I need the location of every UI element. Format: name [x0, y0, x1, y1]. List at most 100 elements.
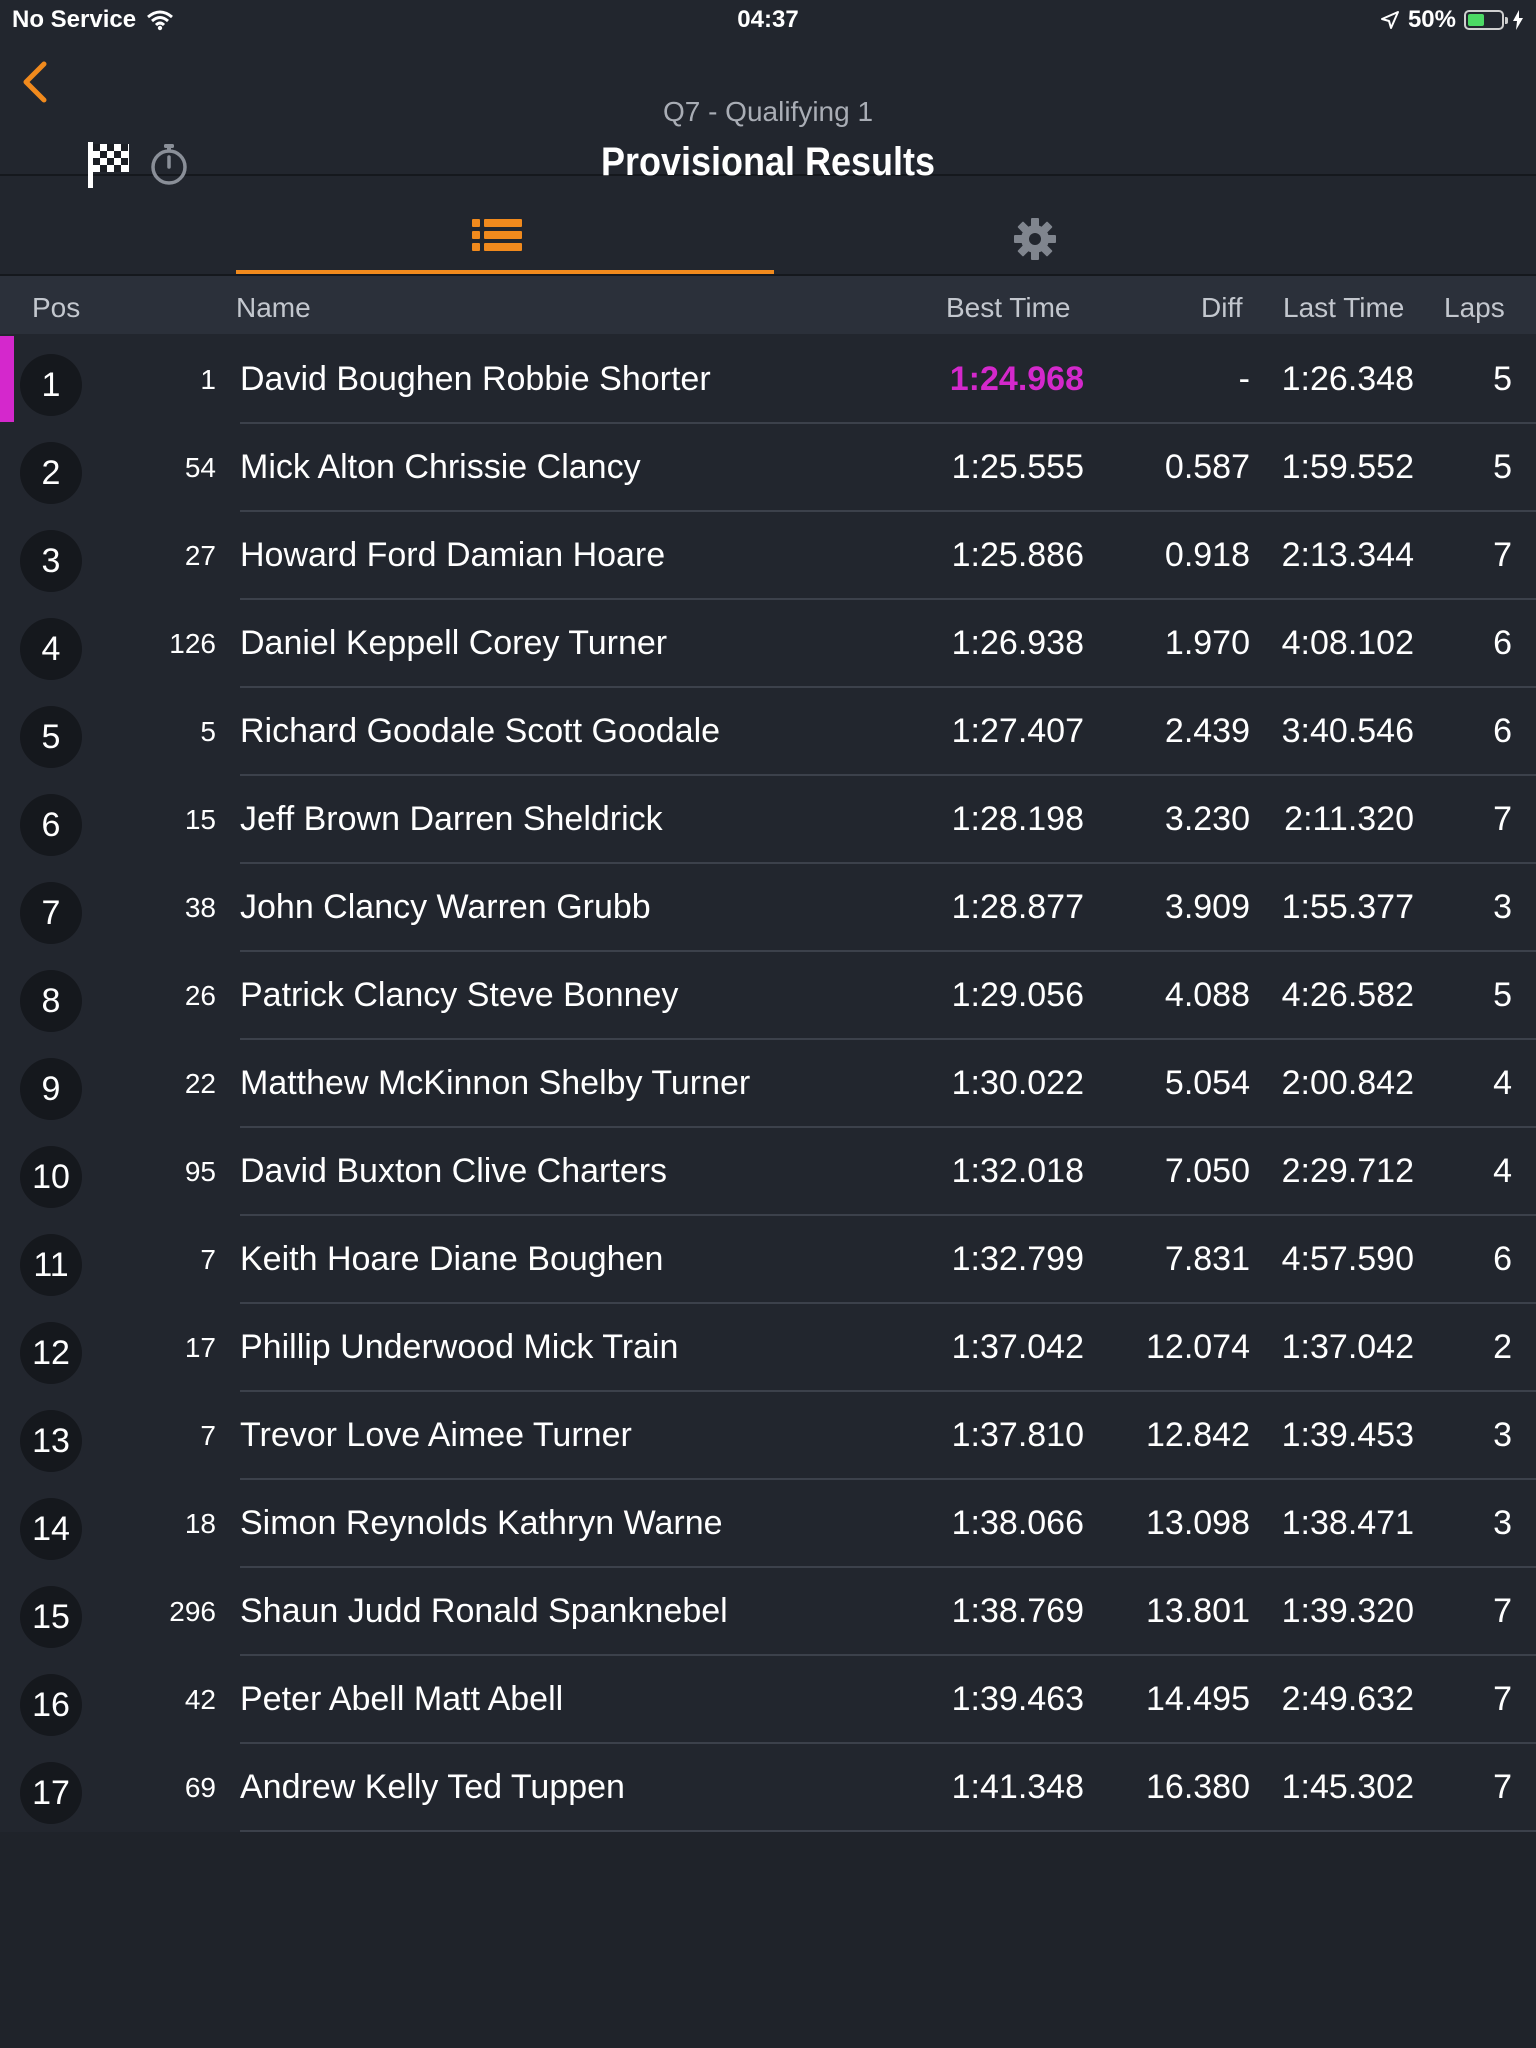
driver-names: Shaun Judd Ronald Spanknebel [240, 1592, 728, 1630]
driver-names: Richard Goodale Scott Goodale [240, 712, 721, 750]
charging-bolt-icon [1513, 10, 1523, 30]
driver-names: Simon Reynolds Kathryn Warne [240, 1504, 723, 1542]
last-time: 4:26.582 [1281, 976, 1414, 1014]
col-name[interactable]: Name [236, 292, 311, 324]
position-badge: 5 [20, 706, 82, 768]
car-number: 95 [184, 1156, 216, 1187]
last-time: 1:45.302 [1281, 1768, 1414, 1806]
status-right: 50% [1380, 6, 1524, 34]
driver-names: Jeff Brown Darren Sheldrick [240, 800, 663, 838]
lap-count: 3 [1493, 888, 1512, 926]
results-table: 1 1 David Boughen Robbie Shorter 1:24.968-1… [0, 336, 1536, 1832]
table-row[interactable]: 5 5 Richard Goodale Scott Goodale 1:27.407 2… [0, 688, 1536, 776]
table-row[interactable]: 6 15 Jeff Brown Darren Sheldrick 1:28.198 3.… [0, 776, 1536, 864]
position-badge: 14 [20, 1498, 82, 1560]
active-tab-indicator [236, 270, 774, 274]
table-row[interactable]: 16 42 Peter Abell Matt Abell 1:39.463 14.495… [0, 1656, 1536, 1744]
lap-count: 4 [1493, 1152, 1512, 1190]
gap-diff: 7.050 [1164, 1152, 1250, 1190]
table-row[interactable]: 9 22 Matthew McKinnon Shelby Turner 1:30.02… [0, 1040, 1536, 1128]
table-row[interactable]: 12 17 Phillip Underwood Mick Train 1:37.042… [0, 1304, 1536, 1392]
gap-diff: 3.230 [1164, 800, 1250, 838]
position-badge: 1 [20, 354, 82, 416]
status-time: 04:37 [737, 6, 799, 33]
table-row[interactable]: 13 7 Trevor Love Aimee Turner 1:37.810 12.84… [0, 1392, 1536, 1480]
lap-count: 7 [1493, 1680, 1512, 1718]
gap-diff: 4.088 [1164, 976, 1250, 1014]
position-badge: 3 [20, 530, 82, 592]
col-pos[interactable]: Pos [32, 292, 80, 324]
car-number: 26 [184, 980, 216, 1011]
last-time: 2:13.344 [1281, 536, 1414, 574]
position-badge: 13 [20, 1410, 82, 1472]
best-time: 1:37.042 [951, 1328, 1084, 1366]
best-time: 1:25.555 [951, 448, 1084, 486]
position-badge: 16 [20, 1674, 82, 1736]
last-time: 2:29.712 [1281, 1152, 1414, 1190]
position-badge: 12 [20, 1322, 82, 1384]
lap-count: 5 [1493, 448, 1512, 486]
session-subtitle: Q7 - Qualifying 1 [662, 96, 874, 127]
best-time: 1:26.938 [951, 624, 1084, 662]
table-row[interactable]: 4 126 Daniel Keppell Corey Turner 1:26.938 1… [0, 600, 1536, 688]
best-time: 1:28.877 [951, 888, 1084, 926]
col-last-time[interactable]: Last Time [1283, 292, 1404, 324]
tab-results-list[interactable] [236, 176, 774, 274]
table-row[interactable]: 15 296 Shaun Judd Ronald Spanknebel 1:38.76… [0, 1568, 1536, 1656]
lap-count: 5 [1493, 976, 1512, 1014]
lap-count: 4 [1493, 1064, 1512, 1102]
table-row[interactable]: 8 26 Patrick Clancy Steve Bonney 1:29.056 4.… [0, 952, 1536, 1040]
status-bar: No Service 04:37 50% [0, 0, 1536, 40]
table-row[interactable]: 1 1 David Boughen Robbie Shorter 1:24.968 -1… [0, 336, 1536, 424]
best-time: 1:38.769 [951, 1592, 1084, 1630]
lap-count: 6 [1493, 1240, 1512, 1278]
car-number: 27 [184, 540, 216, 571]
car-number: 42 [184, 1684, 216, 1715]
driver-names: David Boughen Robbie Shorter [240, 360, 711, 398]
gap-diff: 0.918 [1164, 536, 1250, 574]
car-number: 296 [169, 1596, 216, 1627]
best-time: 1:30.022 [951, 1064, 1084, 1102]
car-number: 126 [169, 628, 216, 659]
table-row[interactable]: 17 69 Andrew Kelly Ted Tuppen 1:41.348 16.38… [0, 1744, 1536, 1832]
lap-count: 2 [1493, 1328, 1512, 1366]
lap-count: 3 [1493, 1416, 1512, 1454]
last-time: 2:00.842 [1281, 1064, 1414, 1102]
best-time: 1:29.056 [951, 976, 1084, 1014]
gap-diff: 13.098 [1146, 1504, 1250, 1542]
best-time: 1:38.066 [951, 1504, 1084, 1542]
driver-names: Mick Alton Chrissie Clancy [240, 448, 641, 486]
best-time: 1:28.198 [951, 800, 1084, 838]
col-diff[interactable]: Diff [1201, 292, 1243, 324]
battery-icon [1464, 10, 1508, 30]
table-row[interactable]: 14 18 Simon Reynolds Kathryn Warne 1:38.066… [0, 1480, 1536, 1568]
driver-names: Peter Abell Matt Abell [240, 1680, 564, 1718]
table-row[interactable]: 10 95 David Buxton Clive Charters 1:32.018 7… [0, 1128, 1536, 1216]
gear-icon [1014, 218, 1056, 260]
leader-highlight [0, 336, 14, 422]
table-row[interactable]: 3 27 Howard Ford Damian Hoare 1:25.886 0.918… [0, 512, 1536, 600]
last-time: 4:57.590 [1281, 1240, 1414, 1278]
col-best-time[interactable]: Best Time [946, 292, 1070, 324]
car-number: 17 [184, 1332, 216, 1363]
driver-names: Phillip Underwood Mick Train [240, 1328, 679, 1366]
empty-area [0, 1832, 1536, 2048]
last-time: 1:37.042 [1281, 1328, 1414, 1366]
last-time: 3:40.546 [1281, 712, 1414, 750]
position-badge: 4 [20, 618, 82, 680]
tab-settings[interactable] [1000, 176, 1072, 274]
table-row[interactable]: 2 54 Mick Alton Chrissie Clancy 1:25.555 0.5… [0, 424, 1536, 512]
gap-diff: 14.495 [1146, 1680, 1250, 1718]
gap-diff: - [1238, 360, 1250, 398]
driver-names: David Buxton Clive Charters [240, 1152, 668, 1190]
gap-diff: 12.074 [1146, 1328, 1250, 1366]
car-number: 15 [184, 804, 216, 835]
table-row[interactable]: 7 38 John Clancy Warren Grubb 1:28.877 3.909… [0, 864, 1536, 952]
lap-count: 7 [1493, 536, 1512, 574]
col-laps[interactable]: Laps [1444, 292, 1505, 324]
position-badge: 7 [20, 882, 82, 944]
best-time: 1:41.348 [951, 1768, 1084, 1806]
last-time: 1:38.471 [1281, 1504, 1414, 1542]
best-time: 1:37.810 [951, 1416, 1084, 1454]
table-row[interactable]: 11 7 Keith Hoare Diane Boughen 1:32.799 7.83… [0, 1216, 1536, 1304]
